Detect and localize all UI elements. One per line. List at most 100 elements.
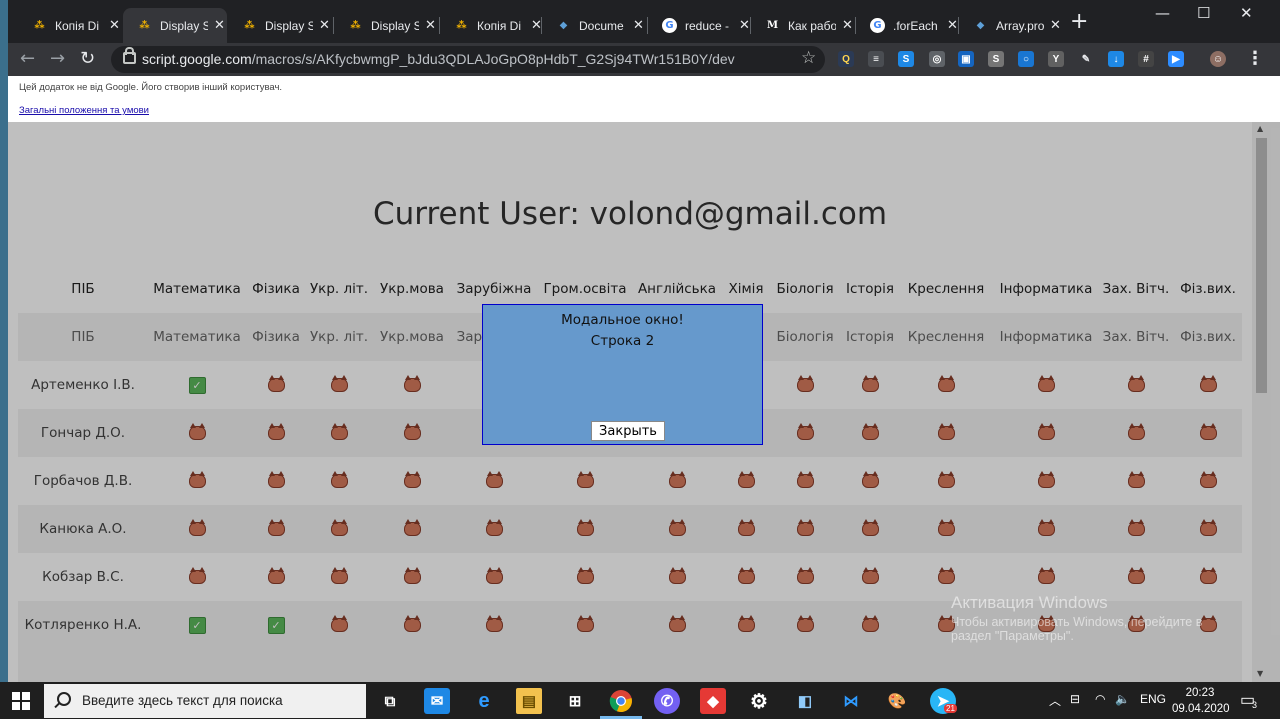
lock-icon xyxy=(123,47,136,64)
url-text[interactable]: script.google.com/macros/s/AKfycbwmgP_bJ… xyxy=(142,51,735,67)
vscode-icon[interactable]: ⋈ xyxy=(838,688,864,714)
tab-title: Как рабо xyxy=(788,18,836,33)
profile-avatar[interactable]: ☺ xyxy=(1210,51,1226,67)
tab-separator xyxy=(439,17,440,34)
download-extension-icon[interactable]: ↓ xyxy=(1108,51,1124,67)
taskbar-search-box[interactable]: Введите здесь текст для поиска xyxy=(44,684,366,718)
reload-button[interactable]: ↻ xyxy=(80,48,95,70)
modal-line1: Модальное окно! xyxy=(561,312,684,328)
anydesk-icon[interactable]: ◆ xyxy=(700,688,726,714)
tab-close-icon[interactable]: ✕ xyxy=(947,18,958,33)
store-icon[interactable]: ⊞ xyxy=(562,688,588,714)
s-grey-extension-icon[interactable]: S xyxy=(988,51,1004,67)
s-extension-icon[interactable]: S xyxy=(898,51,914,67)
y-extension-icon[interactable]: Y xyxy=(1048,51,1064,67)
file-explorer-icon[interactable]: ▤ xyxy=(516,688,542,714)
modal-dialog: Модальное окно! Строка 2 Закрыть xyxy=(482,304,763,445)
tab-title: reduce - xyxy=(685,18,730,33)
banner-note: Цей додаток не від Google. Його створив … xyxy=(19,82,283,93)
edge-icon[interactable]: e xyxy=(471,688,497,714)
medium-favicon-icon: M xyxy=(766,20,779,31)
network-status-icon[interactable]: ⊟ xyxy=(1070,692,1080,706)
tab-close-icon[interactable]: ✕ xyxy=(842,18,853,33)
tab-3[interactable]: ⁂ Display S ✕ xyxy=(228,10,332,41)
tab-separator xyxy=(855,17,856,34)
tab-10[interactable]: ◆ Array.pro ✕ xyxy=(959,10,1063,41)
tab-9[interactable]: G .forEach ✕ xyxy=(856,10,960,41)
grid-extension-icon[interactable]: # xyxy=(1138,51,1154,67)
docs-favicon-icon: ◆ xyxy=(559,20,568,31)
tab-close-icon[interactable]: ✕ xyxy=(319,18,330,33)
taskbar-clock[interactable]: 20:23 09.04.2020 xyxy=(1172,685,1230,717)
tab-6[interactable]: ◆ Docume ✕ xyxy=(542,10,646,41)
tab-close-icon[interactable]: ✕ xyxy=(1050,18,1061,33)
terms-link[interactable]: Загальні положення та умови xyxy=(19,105,149,116)
task-view-icon[interactable]: ⧉ xyxy=(377,688,403,714)
tab-separator xyxy=(958,17,959,34)
docs-favicon-icon: ◆ xyxy=(976,20,985,31)
volume-icon[interactable]: 🔈 xyxy=(1115,692,1130,706)
apps-script-favicon-icon: ⁂ xyxy=(456,20,467,31)
tab-title: Display S xyxy=(160,18,208,33)
modal-line2: Строка 2 xyxy=(590,333,655,349)
new-tab-button[interactable]: + xyxy=(1070,11,1088,33)
notes-app-icon[interactable]: ◧ xyxy=(792,688,818,714)
apps-script-favicon-icon: ⁂ xyxy=(34,20,45,31)
settings-gear-icon[interactable]: ⚙ xyxy=(746,688,772,714)
minimize-button[interactable]: — xyxy=(1155,4,1170,22)
bookmark-star-icon[interactable]: ☆ xyxy=(801,48,816,68)
search-extension-icon[interactable]: Q xyxy=(838,51,854,67)
chrome-menu-icon[interactable]: ⋮ xyxy=(1246,48,1264,69)
windows-start-icon[interactable] xyxy=(12,692,30,710)
tab-close-icon[interactable]: ✕ xyxy=(214,18,225,33)
mail-icon[interactable]: ✉ xyxy=(424,688,450,714)
activation-line1: Чтобы активировать Windows, перейдите в xyxy=(951,615,1203,629)
modal-close-button[interactable]: Закрыть xyxy=(591,421,665,441)
tab-close-icon[interactable]: ✕ xyxy=(425,18,436,33)
tab-7[interactable]: Greduce - ✕ xyxy=(648,10,752,41)
tab-title: Docume xyxy=(579,18,624,33)
tab-title: Display S xyxy=(265,18,313,33)
tab-title: Array.pro xyxy=(996,18,1044,33)
tab-4[interactable]: ⁂ Display S ✕ xyxy=(334,10,438,41)
paint-icon[interactable]: 🎨 xyxy=(884,688,910,714)
close-window-button[interactable]: ✕ xyxy=(1240,4,1253,22)
apps-script-favicon-icon: ⁂ xyxy=(244,20,255,31)
back-button[interactable]: ← xyxy=(20,48,35,70)
maximize-button[interactable]: ☐ xyxy=(1197,4,1210,22)
tab-2[interactable]: ⁂ Display S ✕ xyxy=(123,8,227,43)
tab-5[interactable]: ⁂ Копія Di ✕ xyxy=(440,10,544,41)
wifi-icon[interactable]: ◠ xyxy=(1095,692,1105,706)
tab-separator xyxy=(333,17,334,34)
tab-8[interactable]: M Как рабо ✕ xyxy=(751,10,855,41)
forward-button[interactable]: → xyxy=(50,48,65,70)
viber-icon[interactable]: ✆ xyxy=(654,688,680,714)
apps-script-favicon-icon: ⁂ xyxy=(350,20,361,31)
tab-title: Display S xyxy=(371,18,419,33)
telegram-badge: 21 xyxy=(944,704,957,713)
desktop-background xyxy=(0,0,8,682)
clock-time: 20:23 xyxy=(1185,687,1215,699)
pen-extension-icon[interactable]: ✎ xyxy=(1078,51,1094,67)
clock-date: 09.04.2020 xyxy=(1172,703,1230,715)
chrome-icon[interactable] xyxy=(608,688,634,714)
activation-title: Активация Windows xyxy=(951,593,1108,612)
apps-script-favicon-icon: ⁂ xyxy=(139,20,150,31)
windows-activation-watermark: Активация Windows Чтобы активировать Win… xyxy=(951,593,1202,643)
address-bar[interactable]: script.google.com/macros/s/AKfycbwmgP_bJ… xyxy=(111,46,825,73)
tab-close-icon[interactable]: ✕ xyxy=(633,18,644,33)
search-placeholder: Введите здесь текст для поиска xyxy=(82,693,283,708)
zoom-extension-icon[interactable]: ▶ xyxy=(1168,51,1184,67)
tab-1[interactable]: ⁂ Копія Di ✕ xyxy=(18,10,122,41)
tray-expand-icon[interactable]: ︿ xyxy=(1049,692,1061,709)
shield-extension-icon[interactable]: ◎ xyxy=(929,51,945,67)
reader-extension-icon[interactable]: ≡ xyxy=(868,51,884,67)
notification-count: 3 xyxy=(1252,700,1258,710)
google-favicon-icon: G xyxy=(870,18,885,33)
google-favicon-icon: G xyxy=(662,18,677,33)
language-indicator[interactable]: ENG xyxy=(1140,692,1166,706)
tab-close-icon[interactable]: ✕ xyxy=(109,18,120,33)
capture-extension-icon[interactable]: ▣ xyxy=(958,51,974,67)
tab-close-icon[interactable]: ✕ xyxy=(739,18,750,33)
magnifier-extension-icon[interactable]: ○ xyxy=(1018,51,1034,67)
